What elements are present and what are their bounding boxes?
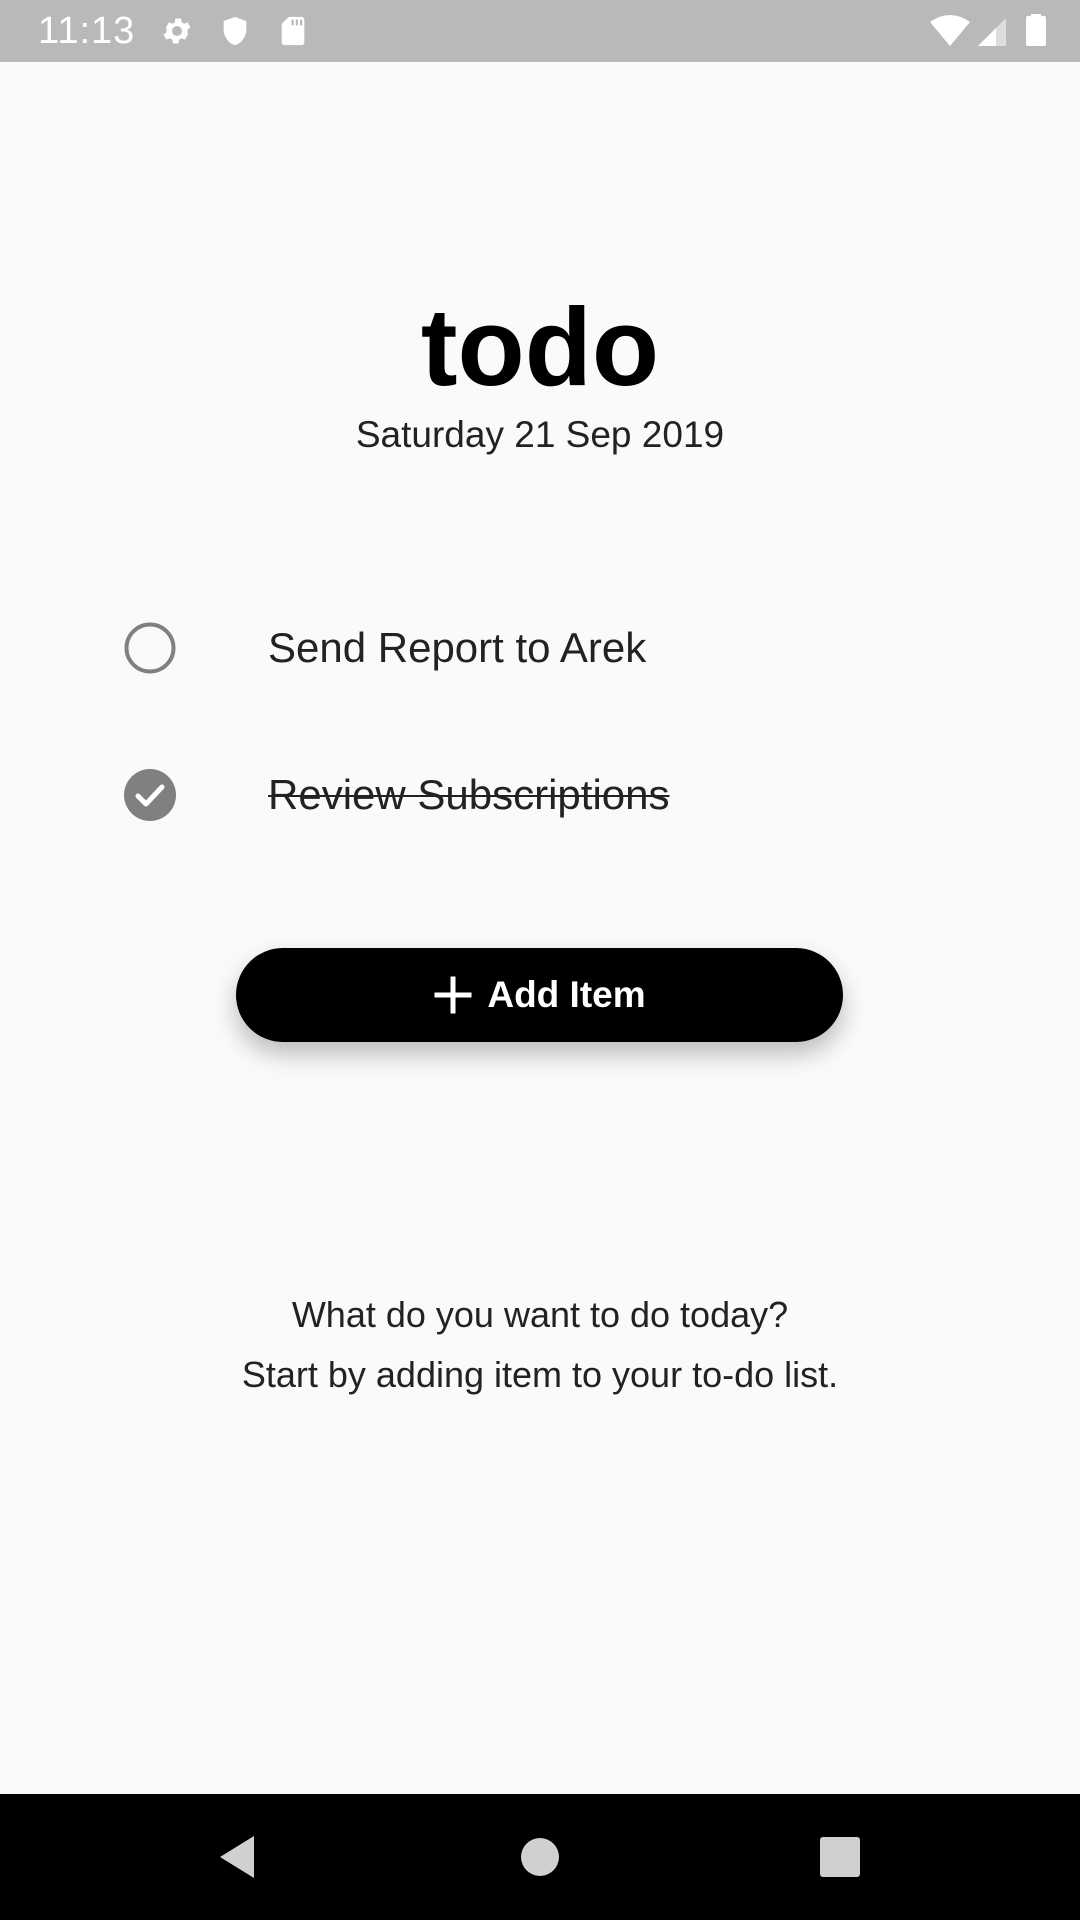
date-label: Saturday 21 Sep 2019 bbox=[355, 414, 725, 455]
status-bar: 11:13 bbox=[0, 0, 1080, 62]
todo-label: Review Subscriptions bbox=[268, 771, 670, 818]
prompt-line-2: Start by adding item to your to-do list. bbox=[241, 1354, 839, 1395]
home-icon[interactable] bbox=[515, 1832, 565, 1882]
unchecked-circle-icon[interactable] bbox=[124, 622, 176, 674]
app-title: todo bbox=[420, 286, 660, 409]
prompt-line-1: What do you want to do today? bbox=[291, 1294, 789, 1335]
todo-item-send-report[interactable]: Send Report to Arek bbox=[0, 598, 1080, 698]
recents-icon[interactable] bbox=[815, 1832, 865, 1882]
add-item-button[interactable]: Add Item bbox=[236, 948, 843, 1042]
plus-icon bbox=[434, 976, 472, 1014]
shield-icon bbox=[223, 16, 247, 46]
signal-icon bbox=[978, 18, 1006, 46]
todo-label: Send Report to Arek bbox=[268, 624, 647, 671]
navigation-bar bbox=[0, 1794, 1080, 1920]
checked-circle-icon[interactable] bbox=[124, 769, 176, 821]
wifi-icon bbox=[930, 15, 970, 46]
status-time: 11:13 bbox=[38, 10, 136, 52]
status-right-icons bbox=[930, 14, 1046, 46]
todo-item-review-subscriptions[interactable]: Review Subscriptions bbox=[0, 745, 1080, 845]
gear-icon bbox=[163, 18, 191, 44]
back-icon[interactable] bbox=[214, 1832, 264, 1882]
sd-card-icon bbox=[281, 16, 305, 46]
battery-icon bbox=[1026, 14, 1046, 46]
add-item-label: Add Item bbox=[487, 974, 646, 1015]
